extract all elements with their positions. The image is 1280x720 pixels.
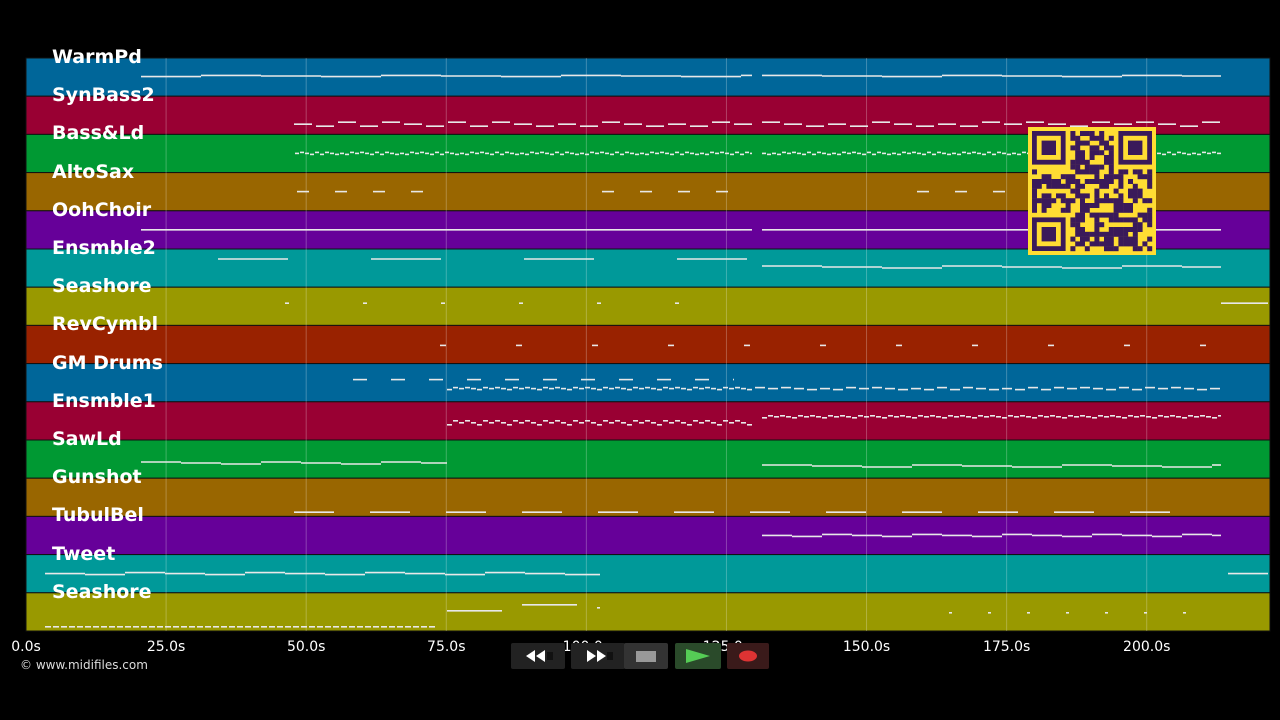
rewind-icon — [526, 650, 553, 662]
time-tick-label: 75.0s — [427, 639, 466, 655]
copyright-text: © www.midifiles.com — [20, 658, 148, 672]
fast-forward-button[interactable] — [571, 643, 625, 669]
time-tick-label: 25.0s — [146, 639, 186, 655]
track-lane — [25, 554, 1271, 594]
piano-roll — [25, 57, 1271, 632]
track-label: SawLd — [52, 428, 122, 450]
track-label: Seashore — [52, 275, 152, 298]
record-button[interactable] — [727, 643, 769, 669]
track-label: Gunshot — [52, 466, 142, 489]
stop-icon — [636, 651, 656, 662]
time-tick-label: 175.0s — [982, 639, 1031, 655]
time-tick-label: 150.0s — [842, 639, 891, 655]
track-lane — [25, 477, 1271, 517]
track-label: Ensmble2 — [52, 237, 156, 259]
play-icon — [686, 649, 710, 663]
transport-controls — [511, 643, 769, 669]
rewind-button[interactable] — [511, 643, 565, 669]
track-label: Bass&Ld — [52, 122, 145, 145]
time-tick-label: 50.0s — [286, 639, 326, 655]
track-lane — [25, 363, 1271, 403]
track-lane — [25, 515, 1271, 556]
track-label: GM Drums — [52, 351, 163, 374]
track-label: AltoSax — [52, 160, 135, 183]
track-label: Tweet — [52, 542, 116, 565]
stop-button[interactable] — [624, 643, 668, 669]
track-label: WarmPd — [52, 46, 142, 68]
track-lane — [25, 439, 1271, 479]
record-icon — [739, 650, 757, 662]
track-lane — [25, 286, 1271, 326]
time-tick-label: 0.0s — [11, 639, 41, 655]
track-label: TubulBel — [52, 504, 144, 527]
track-label: SynBass2 — [52, 84, 155, 107]
track-label: Ensmble1 — [52, 389, 156, 412]
fast-forward-icon — [587, 650, 613, 662]
track-label: Seashore — [52, 580, 152, 603]
qr-code-icon — [1028, 127, 1156, 255]
time-tick-label: 200.0s — [1123, 639, 1171, 655]
play-button[interactable] — [675, 643, 721, 669]
track-label: RevCymbl — [52, 313, 159, 336]
track-label: OohChoir — [52, 198, 152, 221]
track-lane — [25, 592, 1271, 632]
track-lane — [25, 324, 1271, 365]
